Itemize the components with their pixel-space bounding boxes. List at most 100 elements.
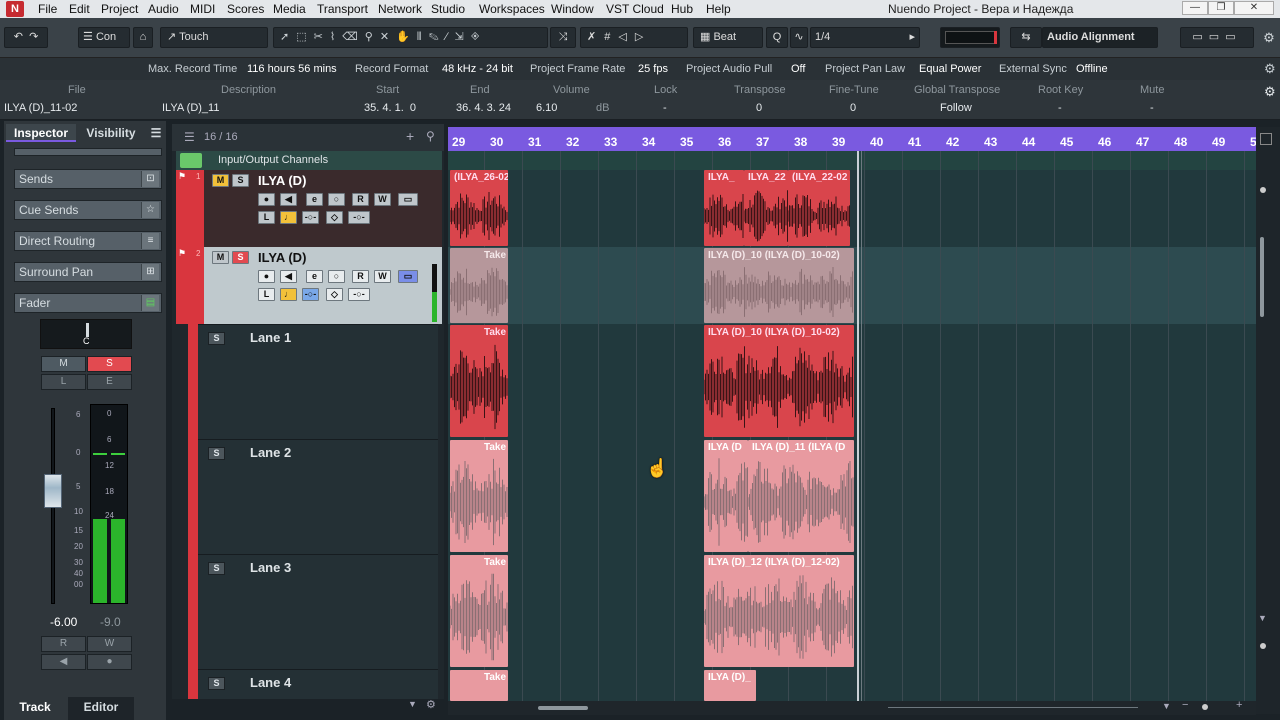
tab-editor[interactable]: Editor [68, 697, 134, 720]
home-icon[interactable]: ⌂ [133, 27, 153, 48]
vzoom-menu-icon[interactable]: ▼ [1258, 613, 1267, 623]
track-name[interactable]: ILYA (D) [258, 173, 306, 188]
vzoom-handle[interactable] [1260, 187, 1266, 193]
menu-help[interactable]: Help [706, 2, 731, 16]
tab-inspector[interactable]: Inspector [6, 124, 76, 142]
timewarp-tool-icon[interactable]: ⦀ [417, 31, 429, 43]
object-select-tool-icon[interactable]: ➚ [280, 31, 296, 43]
lane-3[interactable]: S Lane 3 [198, 554, 438, 669]
event-l2-b[interactable]: ILYA (D [704, 440, 748, 552]
mute-value[interactable]: - [1150, 102, 1154, 114]
section-cue-sends[interactable]: Cue Sends ☆ [14, 200, 162, 220]
eq-icon[interactable]: ◇ [326, 288, 343, 301]
section-fader[interactable]: Fader ▤ [14, 293, 162, 313]
audio-alignment-icon[interactable]: ⇆ [1010, 27, 1042, 48]
lock-button[interactable]: L [258, 211, 275, 224]
layout-bottom-icon[interactable]: ▭ [1209, 31, 1225, 43]
vertical-scrollbar[interactable]: ▼ [1256, 127, 1280, 714]
record-format-label[interactable]: Record Format [355, 63, 428, 75]
pan-law-label[interactable]: Project Pan Law [825, 63, 905, 75]
overview-icon[interactable] [1260, 133, 1272, 145]
peak-readout[interactable]: -9.0 [100, 615, 121, 629]
maximize-button[interactable]: ❐ [1208, 1, 1234, 15]
nudge-right-icon[interactable]: ▷ [635, 31, 651, 43]
snap-type-selector[interactable]: ▦ Beat [693, 27, 763, 48]
range-tool-icon[interactable]: ⬚ [296, 31, 313, 43]
menu-edit[interactable]: Edit [69, 2, 90, 16]
write-button[interactable]: W [374, 270, 391, 283]
note-icon[interactable]: ♩ [280, 211, 297, 224]
lane-2[interactable]: S Lane 2 [198, 439, 438, 554]
track-solo-button[interactable]: S [232, 251, 249, 264]
frame-rate-value[interactable]: 25 fps [638, 63, 668, 75]
lane-solo-button[interactable]: S [208, 447, 225, 460]
zoom-tool-icon[interactable]: ⚲ [365, 31, 380, 43]
add-track-icon[interactable]: + [406, 128, 414, 144]
read-button[interactable]: R [352, 270, 369, 283]
lanes-icon[interactable]: ▭ [398, 193, 418, 206]
transpose-value[interactable]: 0 [756, 102, 762, 114]
track-solo-button[interactable]: S [232, 174, 249, 187]
nudge-left-icon[interactable]: ◁ [618, 31, 634, 43]
ext-sync-label[interactable]: External Sync [999, 63, 1067, 75]
menu-audio[interactable]: Audio [148, 2, 179, 16]
record-enable-icon[interactable]: ● [258, 270, 275, 283]
read-button[interactable]: R [352, 193, 369, 206]
scroll-thumb[interactable] [538, 706, 588, 710]
description-value[interactable]: ILYA (D)_11 [162, 102, 219, 114]
menu-vst-cloud[interactable]: VST Cloud [606, 2, 664, 16]
menu-network[interactable]: Network [378, 2, 422, 16]
menu-transport[interactable]: Transport [317, 2, 368, 16]
root-key-value[interactable]: - [1058, 102, 1062, 114]
menu-hub[interactable]: Hub [671, 2, 693, 16]
menu-workspaces[interactable]: Workspaces [479, 2, 545, 16]
tracklist-settings-icon[interactable]: ⚙ [426, 698, 436, 711]
audio-track-2[interactable]: ⚑ 2 M S ILYA (D) ● ◀ e ○ R W ▭ L ♩ -○- ◇… [176, 247, 442, 324]
tab-track[interactable]: Track [4, 697, 66, 720]
zoom-out-icon[interactable]: − [1182, 699, 1188, 711]
folder-track[interactable]: Input/Output Channels [176, 151, 442, 170]
split-tool-icon[interactable]: ✂ [314, 31, 330, 43]
edit-channel-button[interactable]: e [306, 193, 323, 206]
lane-solo-button[interactable]: S [208, 332, 225, 345]
ext-sync-value[interactable]: Offline [1076, 63, 1108, 75]
auto-scroll-icon[interactable]: ⤨ [550, 27, 576, 48]
menu-project[interactable]: Project [101, 2, 138, 16]
pan-control[interactable]: C [40, 319, 132, 349]
hand-tool-icon[interactable]: ✋ [396, 31, 417, 43]
audio-track-1[interactable]: ⚑ 1 M S ILYA (D) ● ◀ e ○ R W ▭ L ♩ -○- ◇… [176, 170, 442, 247]
event-l1-b[interactable]: ILYA (D)_10 (ILYA (D)_10-02) [704, 325, 854, 437]
event-l4-b[interactable]: ILYA (D)_ [704, 670, 756, 701]
vzoom-slider-handle[interactable] [1260, 643, 1266, 649]
monitor-icon[interactable]: ◀ [280, 270, 297, 283]
file-value[interactable]: ILYA (D)_11-02 [4, 102, 77, 114]
event-l3-b[interactable]: ILYA (D)_12 (ILYA (D)_12-02) [704, 555, 854, 667]
insert-icon[interactable]: -○- [302, 288, 319, 301]
sends-icon[interactable]: -○- [348, 288, 370, 301]
timebase-icon[interactable]: ○ [328, 193, 345, 206]
cross-icon[interactable]: ✗ [587, 31, 604, 43]
quantize-value-selector[interactable]: 1/4 ▸ [810, 27, 920, 48]
menu-studio[interactable]: Studio [431, 2, 465, 16]
volume-value[interactable]: 6.10 [536, 102, 557, 114]
event-l2-c[interactable]: ILYA (D)_11 (ILYA (D [748, 440, 854, 552]
event-t1-d[interactable]: (ILYA_22-02 [788, 170, 850, 246]
edit-button[interactable]: E [87, 374, 132, 390]
audio-pull-label[interactable]: Project Audio Pull [686, 63, 772, 75]
eq-icon[interactable]: ◇ [326, 211, 343, 224]
section-direct-routing[interactable]: Direct Routing ≡ [14, 231, 162, 251]
play-tool-icon[interactable]: ⇲ [454, 31, 470, 43]
glue-tool-icon[interactable]: ⌇ [330, 31, 342, 43]
monitor-icon[interactable]: ◀ [280, 193, 297, 206]
track-mute-button[interactable]: M [212, 251, 229, 264]
track-list-menu-icon[interactable]: ☰ [184, 130, 195, 144]
inspector-menu-icon[interactable]: ☰ [148, 124, 164, 142]
minimize-button[interactable]: — [1182, 1, 1208, 15]
event-t1-a[interactable]: (ILYA_26-02 [450, 170, 508, 246]
event-l3-a[interactable]: Take [450, 555, 508, 667]
zoom-slider-handle[interactable] [1202, 704, 1208, 710]
finetune-value[interactable]: 0 [850, 102, 856, 114]
routing-icon[interactable]: ≡ [141, 233, 159, 249]
star-icon[interactable]: ☆ [141, 202, 159, 218]
track-mute-button[interactable]: M [212, 174, 229, 187]
